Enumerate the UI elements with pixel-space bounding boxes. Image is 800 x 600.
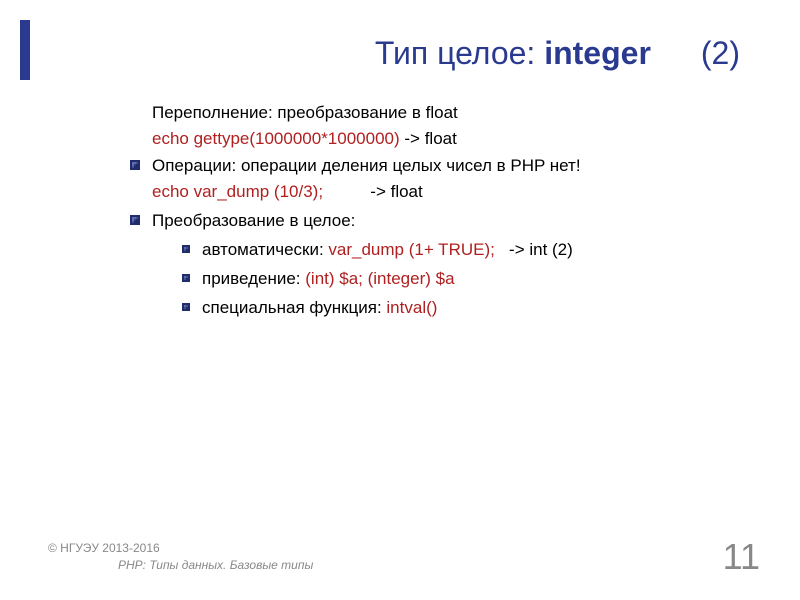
nested-auto-tail: -> int (2) — [495, 240, 573, 259]
code-vardump-true: var_dump (1+ TRUE); — [328, 240, 494, 259]
square-bullet-icon — [182, 245, 190, 253]
footer-copyright: © НГУЭУ 2013-2016 — [48, 541, 313, 557]
title-keyword: integer — [544, 35, 651, 71]
nested-auto: автоматически: var_dump (1+ TRUE); -> in… — [182, 237, 573, 263]
text-conversion: Преобразование в целое: — [152, 211, 355, 230]
slide: Тип целое: integer (2) Переполнение: прео… — [0, 0, 800, 600]
bullet-conversion: Преобразование в целое: автоматически: v… — [130, 208, 750, 324]
bullet-operations: Операции: операции деления целых чисел в… — [130, 153, 750, 206]
nested-cast: приведение: (int) $a; (integer) $a — [182, 266, 573, 292]
nested-auto-label: автоматически: — [202, 240, 328, 259]
title-number: (2) — [701, 35, 740, 71]
square-bullet-icon — [182, 274, 190, 282]
code-gettype: echo gettype(1000000*1000000) — [152, 129, 400, 148]
text-overflow-2-tail: -> float — [400, 129, 457, 148]
bullet-conversion-body: Преобразование в целое: автоматически: v… — [152, 208, 573, 324]
page-number: 11 — [723, 536, 760, 578]
line-overflow-2: echo gettype(1000000*1000000) -> float — [152, 126, 750, 152]
slide-title: Тип целое: integer (2) — [60, 35, 750, 72]
bullet-operations-body: Операции: операции деления целых чисел в… — [152, 153, 581, 206]
square-bullet-icon — [182, 303, 190, 311]
title-prefix: Тип целое: — [375, 35, 544, 71]
nested-cast-label: приведение: — [202, 269, 305, 288]
line-overflow-1: Переполнение: преобразование в float — [152, 100, 750, 126]
nested-intval-label: специальная функция: — [202, 298, 386, 317]
code-intval: intval() — [386, 298, 437, 317]
slide-content: Переполнение: преобразование в float ech… — [60, 100, 750, 325]
footer: © НГУЭУ 2013-2016 PHP: Типы данных. Базо… — [48, 541, 313, 574]
square-bullet-icon — [130, 215, 140, 225]
text-overflow-1: Переполнение: преобразование в float — [152, 103, 458, 122]
code-cast: (int) $a; (integer) $a — [305, 269, 454, 288]
square-bullet-icon — [130, 160, 140, 170]
nested-intval: специальная функция: intval() — [182, 295, 573, 321]
code-vardump-div: echo var_dump (10/3); — [152, 182, 323, 201]
accent-bar-icon — [20, 20, 30, 80]
text-operations-tail: -> float — [323, 182, 423, 201]
text-operations-1: Операции: операции деления целых чисел в… — [152, 156, 581, 175]
nested-list: автоматически: var_dump (1+ TRUE); -> in… — [182, 237, 573, 322]
footer-subtitle: PHP: Типы данных. Базовые типы — [118, 558, 313, 574]
